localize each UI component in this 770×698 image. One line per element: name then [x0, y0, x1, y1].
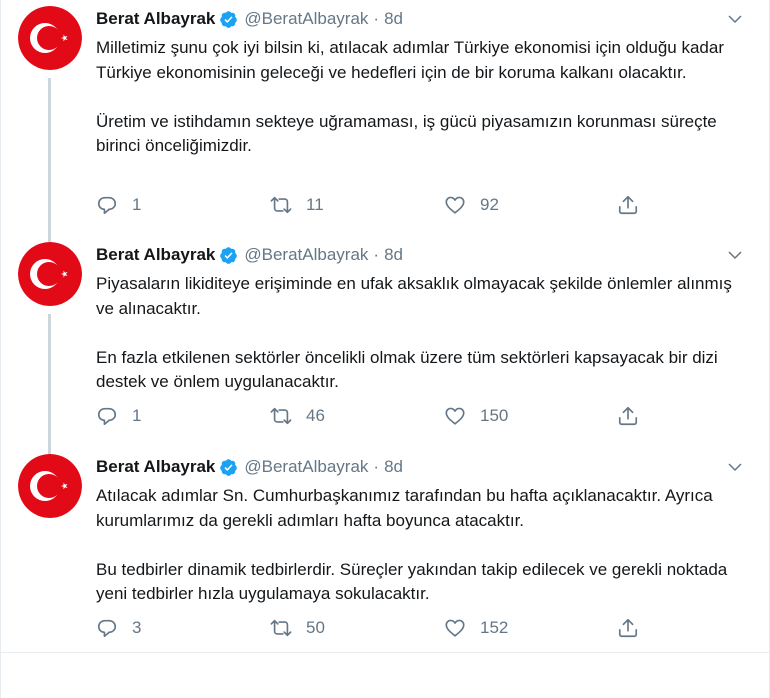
tweet[interactable]: Berat Albayrak @BeratAlbayrak · 8d Piyas… — [0, 236, 770, 464]
author-name[interactable]: Berat Albayrak — [96, 245, 215, 265]
reply-count: 3 — [132, 618, 142, 637]
separator-dot: · — [373, 245, 380, 264]
separator-dot: · — [373, 457, 380, 476]
tweet-thread: Berat Albayrak @BeratAlbayrak · 8d Mille… — [0, 0, 770, 698]
share-button[interactable] — [617, 616, 639, 640]
author-name[interactable]: Berat Albayrak — [96, 457, 215, 477]
chevron-down-icon[interactable] — [726, 10, 744, 28]
tweet-paragraph: En fazla etkilenen sektörler öncelikli o… — [96, 347, 718, 392]
reply-button[interactable]: 1 — [96, 404, 141, 428]
reply-count: 1 — [132, 406, 142, 425]
retweet-icon — [270, 407, 292, 425]
reply-count: 1 — [132, 195, 142, 214]
tweet-paragraph: Piyasaların likiditeye erişiminde en ufa… — [96, 274, 732, 318]
heart-icon — [445, 196, 465, 214]
tweet-paragraph: Milletimiz şunu çok iyi bilsin ki, atıla… — [96, 38, 724, 82]
retweet-count: 46 — [306, 406, 325, 425]
tweet-actions: 1 11 92 — [96, 193, 656, 217]
avatar-column — [18, 454, 82, 518]
tweet-paragraph: Üretim ve istihdamın sekteye uğramaması,… — [96, 111, 717, 156]
thread-connector-line — [48, 314, 51, 464]
retweet-icon — [270, 196, 292, 214]
tweet-actions: 1 46 150 — [96, 404, 656, 428]
tweet-timestamp[interactable]: 8d — [384, 245, 403, 265]
chevron-down-icon[interactable] — [726, 246, 744, 264]
retweet-count: 50 — [306, 618, 325, 637]
share-icon — [618, 406, 638, 426]
avatar[interactable] — [18, 242, 82, 306]
tweet-timestamp[interactable]: 8d — [384, 457, 403, 477]
avatar-column — [18, 242, 82, 306]
share-icon — [618, 195, 638, 215]
verified-badge-icon — [220, 246, 238, 264]
avatar-column — [18, 6, 82, 70]
author-name[interactable]: Berat Albayrak — [96, 9, 215, 29]
retweet-count: 11 — [306, 195, 324, 214]
retweet-button[interactable]: 46 — [270, 404, 325, 428]
like-button[interactable]: 152 — [444, 616, 508, 640]
verified-badge-icon — [220, 10, 238, 28]
author-handle[interactable]: @BeratAlbayrak — [244, 245, 368, 265]
thread-connector-line — [48, 78, 51, 242]
verified-badge-icon — [220, 458, 238, 476]
share-button[interactable] — [617, 404, 639, 428]
like-count: 152 — [480, 618, 509, 637]
timeline-left-border — [0, 0, 1, 698]
tweet-text: Piyasaların likiditeye erişiminde en ufa… — [96, 272, 746, 395]
chevron-down-icon[interactable] — [726, 458, 744, 476]
separator-dot: · — [373, 9, 380, 28]
tweet-paragraph: Bu tedbirler dinamik tedbirlerdir. Süreç… — [96, 559, 728, 604]
like-count: 92 — [480, 195, 499, 214]
tweet-header: Berat Albayrak @BeratAlbayrak · 8d — [96, 244, 403, 266]
tweet-text: Milletimiz şunu çok iyi bilsin ki, atıla… — [96, 36, 746, 159]
heart-icon — [445, 619, 465, 637]
retweet-button[interactable]: 50 — [270, 616, 325, 640]
tweet-actions: 3 50 152 — [96, 616, 656, 640]
retweet-icon — [270, 619, 292, 637]
tweet-text: Atılacak adımlar Sn. Cumhurbaşkanımız ta… — [96, 484, 746, 607]
like-button[interactable]: 150 — [444, 404, 508, 428]
tweet[interactable]: Berat Albayrak @BeratAlbayrak · 8d Mille… — [0, 0, 770, 242]
share-button[interactable] — [617, 193, 639, 217]
tweet-timestamp[interactable]: 8d — [384, 9, 403, 29]
share-icon — [618, 618, 638, 638]
heart-icon — [445, 407, 465, 425]
avatar[interactable] — [18, 6, 82, 70]
tweet-header: Berat Albayrak @BeratAlbayrak · 8d — [96, 456, 403, 478]
like-button[interactable]: 92 — [444, 193, 499, 217]
reply-button[interactable]: 3 — [96, 616, 141, 640]
author-handle[interactable]: @BeratAlbayrak — [244, 9, 368, 29]
reply-icon — [97, 407, 117, 426]
reply-icon — [97, 619, 117, 638]
tweet-header: Berat Albayrak @BeratAlbayrak · 8d — [96, 8, 403, 30]
reply-button[interactable]: 1 — [96, 193, 141, 217]
author-handle[interactable]: @BeratAlbayrak — [244, 457, 368, 477]
tweet[interactable]: Berat Albayrak @BeratAlbayrak · 8d Atıla… — [0, 448, 770, 660]
reply-icon — [97, 196, 117, 215]
tweet-paragraph: Atılacak adımlar Sn. Cumhurbaşkanımız ta… — [96, 486, 713, 530]
avatar[interactable] — [18, 454, 82, 518]
retweet-button[interactable]: 11 — [270, 193, 324, 217]
like-count: 150 — [480, 406, 509, 425]
thread-footer-space — [0, 653, 770, 698]
